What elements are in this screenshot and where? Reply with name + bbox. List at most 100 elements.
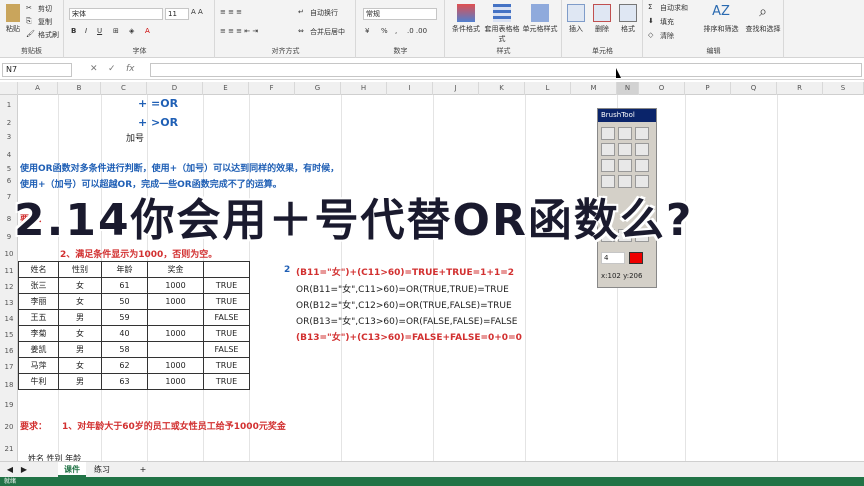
row-header[interactable]: 20 (0, 423, 18, 431)
row-header[interactable]: 10 (0, 250, 18, 258)
table-cell[interactable]: 王五 (18, 309, 59, 326)
cell-styles-button[interactable]: 单元格样式 (522, 4, 558, 34)
row-header[interactable]: 3 (0, 133, 18, 141)
brush-color-swatch[interactable] (629, 252, 643, 264)
column-header-j[interactable]: J (433, 82, 479, 95)
table-cell[interactable]: 女 (58, 293, 102, 310)
column-header-r[interactable]: R (777, 82, 823, 95)
wrap-text-button[interactable]: ↵ 自动换行 (298, 8, 338, 18)
table-cell[interactable]: TRUE (203, 277, 250, 294)
decimal-icon[interactable]: .0 .00 (407, 27, 427, 35)
header-cell[interactable] (203, 261, 250, 278)
name-box[interactable]: N7 (2, 63, 72, 77)
table-cell[interactable] (147, 341, 204, 358)
eraser-tool-icon[interactable] (601, 159, 615, 172)
table-cell[interactable]: 女 (58, 325, 102, 342)
table-cell[interactable]: 58 (101, 341, 148, 358)
column-header-o[interactable]: O (639, 82, 685, 95)
tab-practice[interactable]: 练习 (88, 462, 116, 477)
row-header[interactable]: 16 (0, 347, 18, 355)
conditional-format-button[interactable]: 条件格式 (448, 4, 484, 34)
font-color-icon[interactable]: A (145, 27, 150, 35)
borders-icon[interactable]: ⊞ (113, 27, 119, 35)
format-painter-button[interactable]: 🖌 格式刷 (26, 30, 59, 40)
table-cell[interactable]: 63 (101, 373, 148, 390)
font-grow-icon[interactable]: A A (191, 8, 203, 16)
formula-line-4[interactable]: OR(B13="女",C13>60)=OR(FALSE,FALSE)=FALSE (296, 314, 517, 327)
column-header-n[interactable]: N (617, 82, 639, 95)
column-header-b[interactable]: B (58, 82, 101, 95)
number-format-combo[interactable]: 常规 (363, 8, 437, 20)
formula-line-5[interactable]: (B13="女")+(C13>60)=FALSE+FALSE=0+0=0 (296, 330, 522, 343)
table-cell[interactable]: TRUE (203, 325, 250, 342)
cancel-icon[interactable]: ✕ (90, 64, 98, 74)
table-cell[interactable]: 男 (58, 341, 102, 358)
table-cell[interactable]: 1000 (147, 293, 204, 310)
row-header[interactable]: 15 (0, 331, 18, 339)
bold-button[interactable]: B (71, 27, 76, 35)
clear-button[interactable]: ◇ 清除 (648, 31, 674, 41)
header-cell[interactable]: 姓名 (18, 261, 59, 278)
row-header[interactable]: 14 (0, 315, 18, 323)
table-cell[interactable]: 59 (101, 309, 148, 326)
save-tool-icon[interactable] (618, 127, 632, 140)
requirement-1-bottom[interactable]: 1、对年龄大于60岁的员工或女性员工给予1000元奖金 (62, 419, 286, 432)
font-name-combo[interactable]: 宋体 (69, 8, 163, 20)
table-cell[interactable] (147, 309, 204, 326)
column-header-e[interactable]: E (203, 82, 249, 95)
merge-center-button[interactable]: ⇔ 合并后居中 (298, 27, 345, 37)
table-cell[interactable]: TRUE (203, 357, 250, 374)
paste-button[interactable]: 粘贴 (2, 4, 24, 34)
brush-tool-title[interactable]: BrushTool (598, 109, 656, 122)
fill-button[interactable]: ⬇ 填充 (648, 17, 674, 27)
row-header[interactable]: 13 (0, 299, 18, 307)
table-cell[interactable]: 李丽 (18, 293, 59, 310)
tab-scroll-left-icon[interactable]: ◀ (4, 462, 16, 477)
row-header[interactable]: 18 (0, 381, 18, 389)
percent-button[interactable]: % (381, 27, 388, 35)
undo-tool-icon[interactable] (601, 143, 615, 156)
insert-button[interactable]: 插入 (563, 4, 589, 34)
fill-color-icon[interactable]: ◈ (129, 27, 134, 35)
formula-line-2[interactable]: OR(B11="女",C11>60)=OR(TRUE,TRUE)=TRUE (296, 282, 509, 295)
column-header-s[interactable]: S (823, 82, 864, 95)
header-cell[interactable]: 奖金 (147, 261, 204, 278)
table-cell[interactable]: 1000 (147, 357, 204, 374)
column-header-c[interactable]: C (101, 82, 147, 95)
column-header-i[interactable]: I (387, 82, 433, 95)
column-header-g[interactable]: G (295, 82, 341, 95)
cell-c1[interactable]: + =OR (138, 97, 178, 110)
table-cell[interactable]: TRUE (203, 373, 250, 390)
open-tool-icon[interactable] (635, 127, 649, 140)
row-header[interactable]: 1 (0, 101, 18, 109)
column-header-m[interactable]: M (571, 82, 617, 95)
table-cell[interactable]: 男 (58, 309, 102, 326)
table-cell[interactable]: 张三 (18, 277, 59, 294)
rect-tool-icon[interactable] (635, 143, 649, 156)
table-cell[interactable]: 1000 (147, 277, 204, 294)
comma-button[interactable]: , (395, 27, 397, 35)
italic-button[interactable]: I (85, 27, 87, 35)
format-button[interactable]: 格式 (615, 4, 641, 34)
table-cell[interactable]: 50 (101, 293, 148, 310)
column-header-p[interactable]: P (685, 82, 731, 95)
row-header[interactable]: 5 (0, 165, 18, 173)
align-left-icon[interactable]: ≡ ≡ ≡ ⇤ ⇥ (220, 27, 258, 35)
requirement-2[interactable]: 2、满足条件显示为1000，否则为空。 (60, 247, 217, 260)
cut-button[interactable]: ✂ 剪切 (26, 4, 52, 14)
row-header[interactable]: 21 (0, 445, 18, 453)
table-cell[interactable]: 姜凯 (18, 341, 59, 358)
column-header-k[interactable]: K (479, 82, 525, 95)
tab-scroll-right-icon[interactable]: ▶ (18, 462, 30, 477)
column-header-h[interactable]: H (341, 82, 387, 95)
format-table-button[interactable]: 套用表格格式 (484, 4, 520, 44)
table-cell[interactable]: TRUE (203, 293, 250, 310)
sort-filter-button[interactable]: AZ 排序和筛选 (700, 4, 742, 34)
find-select-button[interactable]: ⌕ 查找和选择 (742, 4, 784, 34)
table-cell[interactable]: FALSE (203, 309, 250, 326)
enter-icon[interactable]: ✓ (108, 64, 116, 74)
select-all-corner[interactable] (0, 82, 18, 95)
column-header-f[interactable]: F (249, 82, 295, 95)
tab-courseware[interactable]: 课件 (58, 462, 86, 477)
brush-size-select[interactable]: 4 (601, 252, 625, 264)
